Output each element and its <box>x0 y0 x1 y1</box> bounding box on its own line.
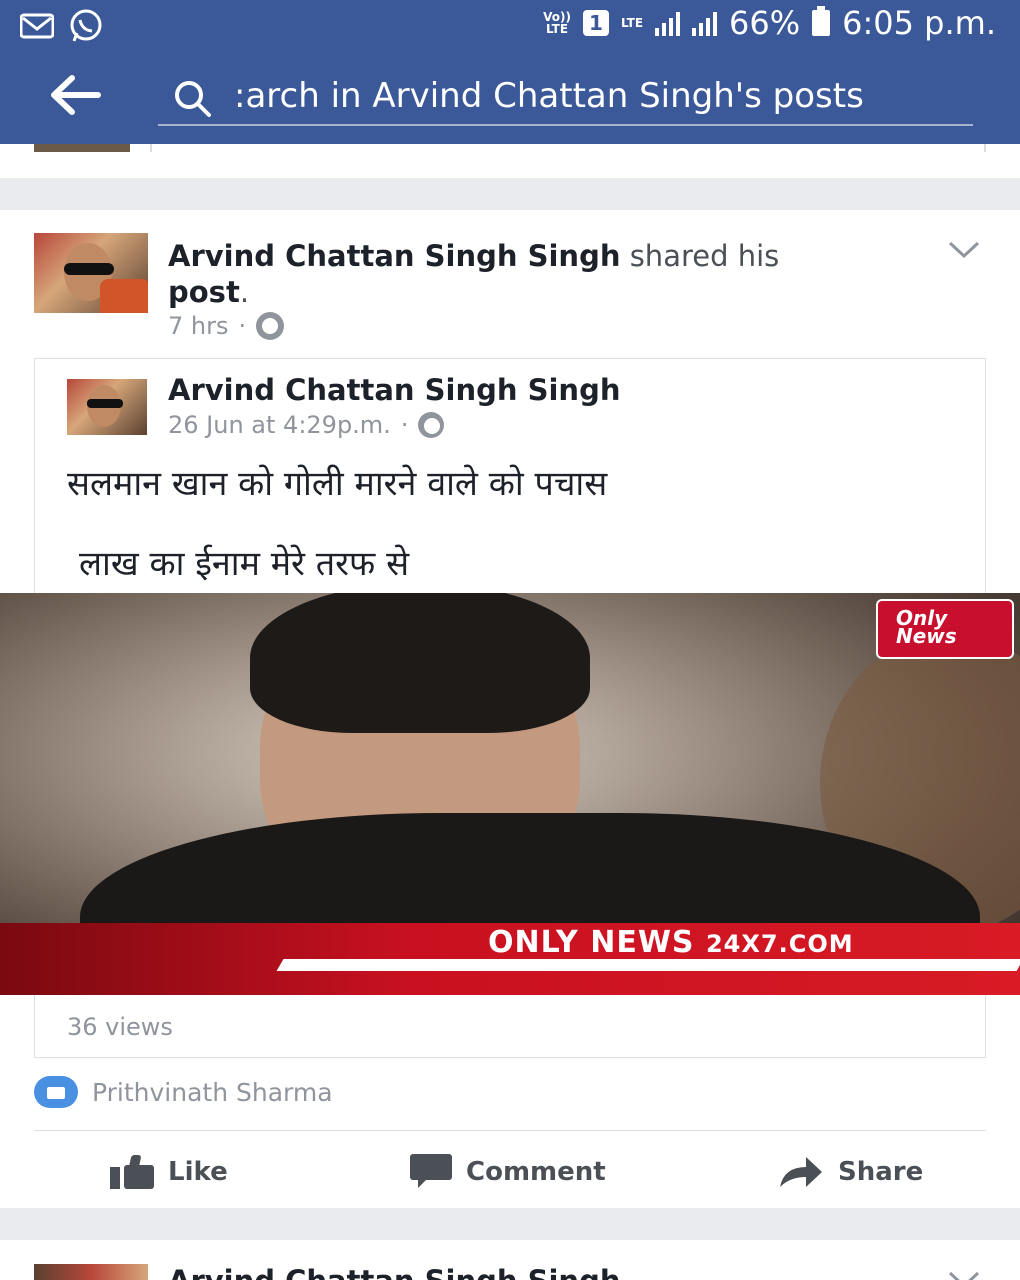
shared-post-meta: 26 Jun at 4:29p.m. · <box>168 411 445 439</box>
next-post-avatar[interactable] <box>34 1264 148 1280</box>
post-headline: Arvind Chattan Singh Singh shared his po… <box>168 239 780 309</box>
comment-icon <box>410 1154 452 1190</box>
volte-indicator: Vo)) LTE <box>543 10 571 36</box>
thumbs-up-icon <box>110 1155 154 1189</box>
search-icon <box>175 81 211 117</box>
shared-author-name[interactable]: Arvind Chattan Singh Singh <box>168 373 620 407</box>
sim-indicator: 1 <box>582 10 609 36</box>
caption-domain: 24X7.COM <box>705 930 854 958</box>
author-avatar[interactable] <box>34 233 148 313</box>
battery-icon <box>812 6 831 36</box>
view-count: 36 views <box>67 1013 173 1041</box>
clock: 6:05 p.m. <box>842 4 996 42</box>
divider <box>34 1130 986 1131</box>
post-meta: 7 hrs · <box>168 312 285 340</box>
lte-indicator: LTE <box>620 16 644 30</box>
signal-icon-1 <box>655 10 681 36</box>
post-card: Arvind Chattan Singh Singh shared his po… <box>0 210 1020 1208</box>
separator: · <box>400 411 409 439</box>
separator: · <box>238 312 247 340</box>
like-reaction-icon <box>34 1076 78 1108</box>
comment-label: Comment <box>466 1157 606 1187</box>
reactor-name[interactable]: Prithvinath Sharma <box>92 1078 333 1107</box>
signal-icon-2 <box>692 10 718 36</box>
share-label: Share <box>838 1157 924 1187</box>
shared-author-avatar[interactable] <box>67 379 147 435</box>
author-name[interactable]: Arvind Chattan Singh Singh <box>168 239 620 273</box>
globe-icon <box>256 312 285 340</box>
chevron-down-icon[interactable] <box>948 232 980 267</box>
post-text-line-1: सलमान खान को गोली मारने वाले को पचास <box>67 464 608 504</box>
whatsapp-icon <box>70 9 102 42</box>
share-arrow-icon <box>780 1157 822 1187</box>
share-button[interactable]: Share <box>778 1150 923 1194</box>
search-input[interactable]: :arch in Arvind Chattan Singh's posts <box>234 76 864 116</box>
divider <box>150 144 152 152</box>
post-time[interactable]: 7 hrs <box>168 312 228 340</box>
video-player[interactable]: Only News ONLY NEWS 24X7.COM <box>0 593 1020 995</box>
post-text-line-2: लाख का ईनाम मेरे तरफ से <box>79 544 410 584</box>
channel-logo: Only News <box>876 599 1014 659</box>
like-button[interactable]: Like <box>110 1150 228 1194</box>
like-label: Like <box>168 1157 228 1187</box>
news-caption: ONLY NEWS 24X7.COM <box>488 925 854 960</box>
battery-percent: 66% <box>729 4 801 42</box>
reaction-summary[interactable]: Prithvinath Sharma <box>34 1076 333 1108</box>
next-post-remnant: Arvind Chattan Singh Singh <box>0 1240 1020 1280</box>
divider <box>984 144 986 152</box>
caption-main: ONLY NEWS <box>488 925 695 960</box>
shared-post-time[interactable]: 26 Jun at 4:29p.m. <box>168 411 391 439</box>
logo-text-2: News <box>896 624 957 648</box>
action-text: shared his <box>629 239 780 273</box>
back-arrow-icon[interactable] <box>48 70 102 129</box>
previous-post-remnant <box>0 144 1020 178</box>
next-post-author[interactable]: Arvind Chattan Singh Singh <box>168 1266 668 1280</box>
comment-button[interactable]: Comment <box>410 1150 606 1194</box>
chevron-down-icon[interactable] <box>948 1262 980 1280</box>
shared-object-link[interactable]: post <box>168 275 240 309</box>
globe-icon <box>418 412 445 438</box>
search-bar[interactable]: :arch in Arvind Chattan Singh's posts <box>158 72 973 126</box>
status-bar: Vo)) LTE 1 LTE 66% 6:05 p.m. <box>0 0 1020 48</box>
gmail-icon <box>20 13 54 39</box>
previous-post-image <box>34 144 130 152</box>
search-header: :arch in Arvind Chattan Singh's posts <box>0 48 1020 144</box>
